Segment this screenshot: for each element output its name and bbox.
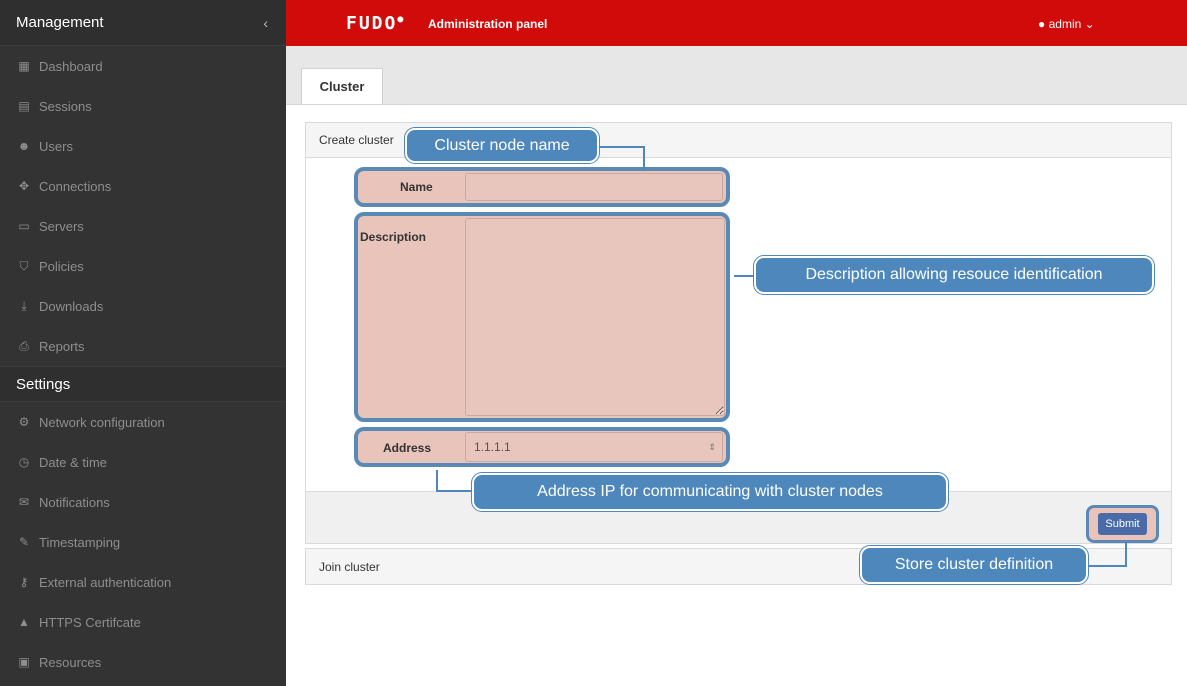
sidebar-item-notifications[interactable]: ✉ Notifications (0, 482, 286, 522)
sidebar-item-policies[interactable]: ⛉ Policies (0, 246, 286, 286)
film-icon: ▤ (18, 99, 30, 113)
edit-icon: ✎ (18, 535, 30, 549)
sidebar-item-reports[interactable]: ⎙ Reports (0, 326, 286, 366)
name-input[interactable] (465, 173, 723, 201)
sidebar-section-title: Settings (16, 375, 71, 393)
callout-submit-line-h (1086, 565, 1127, 567)
gears-icon: ⚙ (18, 415, 30, 429)
sidebar-item-label: Date & time (39, 454, 107, 470)
sidebar-header: Management ‹ (0, 0, 286, 46)
sidebar-item-label: Policies (39, 258, 84, 274)
sidebar-item-label: Users (39, 138, 73, 154)
address-value: 1.1.1.1 (474, 440, 511, 454)
sidebar-item-dashboard[interactable]: ▦ Dashboard (0, 46, 286, 86)
description-label: Description (360, 230, 427, 244)
user-name: admin (1048, 17, 1082, 31)
sidebar-item-label: Connections (39, 178, 112, 194)
sidebar-item-network-configuration[interactable]: ⚙ Network configuration (0, 402, 286, 442)
description-textarea[interactable] (465, 218, 725, 416)
callout-description: Description allowing resouce identificat… (754, 256, 1154, 294)
tabs-bar: Cluster (286, 46, 1187, 105)
callout-address-line-v (436, 470, 438, 492)
clock-icon: ◷ (18, 455, 30, 469)
sidebar-item-connections[interactable]: ✥ Connections (0, 166, 286, 206)
sidebar-item-date-time[interactable]: ◷ Date & time (0, 442, 286, 482)
sidebar-item-downloads[interactable]: ⤓ Downloads (0, 286, 286, 326)
users-icon: ☻ (17, 139, 31, 153)
submit-highlight: Submit (1086, 505, 1159, 543)
lock-icon: ▲ (18, 615, 30, 629)
sidebar-item-label: Servers (39, 218, 84, 234)
callout-name: Cluster node name (405, 128, 599, 163)
callout-name-line-v (643, 146, 645, 170)
address-select[interactable]: 1.1.1.1 ⇕ (465, 432, 723, 462)
callout-address-line-h (436, 490, 474, 492)
sidebar-item-label: Notifications (39, 494, 110, 510)
sidebar-item-external-authentication[interactable]: ⚷ External authentication (0, 562, 286, 602)
envelope-icon: ✉ (18, 495, 30, 509)
sidebar-item-label: Timestamping (39, 534, 121, 550)
topbar: FUDO● Administration panel ● admin ⌄ (286, 0, 1187, 46)
sidebar-item-label: Dashboard (39, 58, 103, 74)
sidebar-item-label: Resources (39, 654, 102, 670)
chevron-left-icon[interactable]: ‹ (263, 15, 268, 31)
tab-cluster[interactable]: Cluster (301, 68, 383, 104)
sidebar-item-users[interactable]: ☻ Users (0, 126, 286, 166)
submit-button[interactable]: Submit (1098, 513, 1147, 535)
panel-title: Administration panel (428, 17, 548, 31)
sidebar-item-label: External authentication (39, 574, 172, 590)
callout-submit: Store cluster definition (860, 546, 1088, 584)
image-icon: ▣ (18, 655, 30, 669)
key-icon: ⚷ (19, 575, 29, 589)
sidebar-item-timestamping[interactable]: ✎ Timestamping (0, 522, 286, 562)
callout-name-line-h (597, 146, 644, 148)
sidebar-item-label: Reports (39, 338, 85, 354)
callout-description-line-h (734, 275, 756, 277)
callout-address: Address IP for communicating with cluste… (472, 473, 948, 511)
dashboard-icon: ▦ (18, 59, 30, 73)
sidebar-item-servers[interactable]: ▭ Servers (0, 206, 286, 246)
callout-submit-line-v (1125, 541, 1127, 567)
sidebar-title: Management (16, 14, 104, 31)
name-label: Name (400, 180, 433, 194)
sidebar-item-sessions[interactable]: ▤ Sessions (0, 86, 286, 126)
sidebar: Management ‹ ▦ Dashboard ▤ Sessions ☻ Users… (0, 0, 286, 686)
chevron-down-icon: ⌄ (1084, 17, 1095, 31)
sidebar-section-settings: Settings (0, 366, 286, 402)
user-menu[interactable]: ● admin ⌄ (1038, 17, 1095, 31)
sidebar-item-label: Network configuration (39, 414, 165, 430)
address-label: Address (383, 441, 432, 455)
connections-icon: ✥ (18, 179, 30, 193)
sidebar-item-label: Sessions (39, 98, 92, 114)
sidebar-item-resources[interactable]: ▣ Resources (0, 642, 286, 682)
sidebar-item-label: Downloads (39, 298, 104, 314)
sidebar-item-label: HTTPS Certifcate (39, 614, 141, 630)
fudo-logo: FUDO● (346, 13, 406, 34)
user-icon: ● (1038, 17, 1046, 31)
print-icon: ⎙ (19, 338, 29, 353)
download-icon: ⤓ (21, 298, 27, 313)
server-icon: ▭ (18, 219, 30, 233)
shield-icon: ⛉ (19, 258, 29, 273)
sidebar-item-https-certificate[interactable]: ▲ HTTPS Certifcate (0, 602, 286, 642)
select-arrows-icon: ⇕ (708, 441, 716, 452)
